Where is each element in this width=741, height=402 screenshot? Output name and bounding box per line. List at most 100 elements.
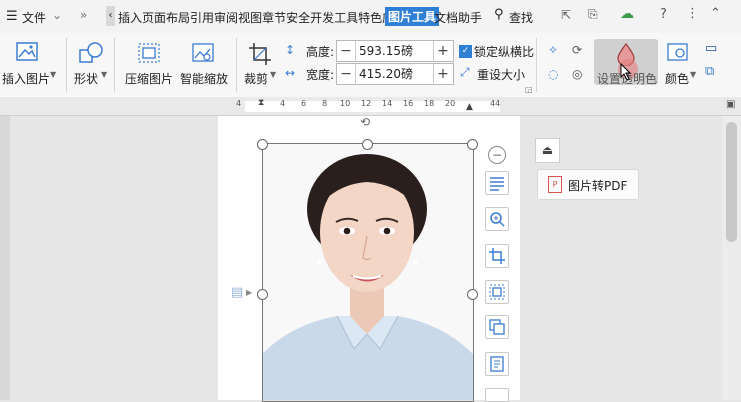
separator: [66, 38, 67, 92]
tab-view[interactable]: 视图: [238, 11, 262, 25]
picture-to-pdf-label: 图片转PDF: [568, 179, 628, 193]
reset-size-icon[interactable]: ⤢: [460, 65, 470, 80]
resize-handle-top-right[interactable]: [467, 139, 478, 150]
insert-picture-button[interactable]: 插入图片: [2, 70, 50, 87]
lock-ratio-checkbox[interactable]: ✓: [459, 45, 472, 58]
zoom-in-icon: [490, 212, 505, 227]
width-icon: ↔: [285, 66, 296, 80]
ruler-tick: 8: [322, 99, 328, 108]
panel-collapse-icon[interactable]: ⏏: [535, 138, 560, 163]
sync-icon[interactable]: ☁: [620, 6, 634, 22]
group-launcher-icon[interactable]: ◲: [525, 85, 533, 94]
file-menu[interactable]: 文件: [22, 9, 46, 26]
border-icon[interactable]: ◎: [572, 67, 582, 81]
tab-references[interactable]: 引用: [190, 11, 214, 25]
crop-picture-button[interactable]: [485, 244, 509, 268]
collapse-ribbon-icon[interactable]: ⌃: [710, 6, 721, 21]
compress-picture-side-button[interactable]: [485, 280, 509, 304]
wrap-text-button[interactable]: [485, 171, 509, 195]
tab-doc-assistant[interactable]: 文档助手: [434, 9, 482, 26]
resize-handle-left[interactable]: [257, 289, 268, 300]
vertical-scrollbar[interactable]: [722, 116, 741, 400]
rotate-icon[interactable]: ⟳: [572, 43, 582, 57]
increase-width-button[interactable]: +: [433, 64, 452, 84]
document-text-icon: [490, 356, 504, 372]
more-icon[interactable]: »: [80, 8, 87, 22]
resize-handle-top[interactable]: [362, 139, 373, 150]
ruler-tick: 20: [445, 99, 456, 108]
crop-icon[interactable]: [248, 42, 272, 66]
insert-picture-icon[interactable]: [16, 42, 38, 62]
wrap-text-icon: [490, 177, 504, 191]
color-button[interactable]: 颜色: [665, 70, 689, 87]
reset-size-button[interactable]: 重设大小: [477, 66, 525, 83]
hamburger-icon[interactable]: ☰: [6, 9, 18, 24]
smart-zoom-icon[interactable]: [191, 42, 215, 64]
separator: [114, 38, 115, 92]
dropdown-arrow-icon[interactable]: ▼: [270, 70, 276, 79]
share-icon[interactable]: ⇱: [561, 8, 571, 22]
shape-button[interactable]: 形状: [74, 70, 98, 87]
menu-bar: ☰ 文件 ⌄ » ‹ 插入页面布局引用审阅视图章节安全开发工具特色应用 图片工具…: [0, 0, 741, 33]
picture-effect-icon[interactable]: ⧉: [705, 64, 714, 79]
pdf-icon: P: [548, 176, 562, 193]
smart-zoom-button[interactable]: 智能缩放: [180, 70, 228, 87]
search-label[interactable]: 查找: [509, 9, 533, 26]
zoom-picture-button[interactable]: [485, 207, 509, 231]
crop-button[interactable]: 裁剪: [244, 70, 268, 87]
height-stepper[interactable]: − 593.15磅 +: [336, 40, 454, 62]
outline-icon[interactable]: ◌: [548, 67, 558, 81]
separator: [536, 38, 537, 92]
collapse-toolbar-icon[interactable]: −: [488, 146, 506, 164]
width-value[interactable]: 415.20磅: [359, 64, 429, 84]
rotate-handle-icon[interactable]: ⟲: [360, 115, 370, 129]
tab-picture-tools[interactable]: 图片工具: [385, 7, 440, 26]
ribbon-tabs: 插入页面布局引用审阅视图章节安全开发工具特色应用: [118, 9, 406, 26]
chevron-down-icon[interactable]: ⌄: [52, 8, 62, 22]
compress-picture-icon[interactable]: [137, 42, 161, 64]
increase-height-button[interactable]: +: [433, 41, 452, 61]
decrease-height-button[interactable]: −: [337, 41, 356, 61]
picture-to-pdf-button[interactable]: P 图片转PDF: [537, 169, 639, 200]
more-options-icon[interactable]: ⋮: [686, 6, 699, 21]
cloud-icon[interactable]: ⎘: [588, 7, 598, 22]
tab-review[interactable]: 审阅: [214, 11, 238, 25]
color-icon[interactable]: [666, 42, 690, 64]
layout-anchor-icon[interactable]: ▤: [231, 285, 243, 300]
tab-page-layout[interactable]: 页面布局: [142, 11, 190, 25]
mouse-cursor-icon: [620, 63, 632, 81]
decrease-width-button[interactable]: −: [337, 64, 356, 84]
compress-picture-button[interactable]: 压缩图片: [125, 70, 173, 87]
scrollbar-thumb[interactable]: [726, 122, 737, 242]
width-label: 宽度:: [306, 68, 335, 82]
tab-developer[interactable]: 开发工具: [310, 11, 358, 25]
shape-icon[interactable]: [78, 42, 104, 64]
separator: [236, 38, 237, 92]
height-icon: ↕: [285, 43, 296, 57]
tab-insert[interactable]: 插入: [118, 11, 142, 25]
picture-border-icon[interactable]: ▭: [705, 41, 717, 56]
anchor-arrow-icon[interactable]: ▶: [246, 288, 252, 297]
right-indent-marker-icon[interactable]: ▲: [466, 102, 473, 112]
lock-ratio-label[interactable]: 锁定纵横比: [474, 43, 534, 60]
picture-to-pdf-side-button[interactable]: [485, 315, 509, 339]
search-icon[interactable]: ⚲: [494, 7, 504, 22]
add-effect-icon[interactable]: ✧: [548, 43, 558, 57]
height-label: 高度:: [306, 45, 335, 59]
dropdown-arrow-icon[interactable]: ▼: [101, 70, 107, 79]
resize-handle-top-left[interactable]: [257, 139, 268, 150]
dropdown-arrow-icon[interactable]: ▼: [50, 70, 56, 79]
tab-chapter[interactable]: 章节: [262, 11, 286, 25]
scroll-left-icon[interactable]: ‹: [106, 6, 115, 26]
resize-handle-right[interactable]: [467, 289, 478, 300]
tab-security[interactable]: 安全: [286, 11, 310, 25]
set-transparent-color-button[interactable]: 设置透明色: [594, 39, 658, 86]
extract-text-button[interactable]: [485, 352, 509, 376]
dropdown-arrow-icon[interactable]: ▼: [690, 70, 696, 79]
help-icon[interactable]: ?: [660, 7, 667, 22]
width-stepper[interactable]: − 415.20磅 +: [336, 63, 454, 85]
ruler-tick: 18: [424, 99, 435, 108]
ruler-toggle-icon[interactable]: ▣: [726, 99, 735, 110]
height-value[interactable]: 593.15磅: [359, 41, 429, 61]
indent-marker-icon[interactable]: ⧗: [258, 98, 264, 108]
